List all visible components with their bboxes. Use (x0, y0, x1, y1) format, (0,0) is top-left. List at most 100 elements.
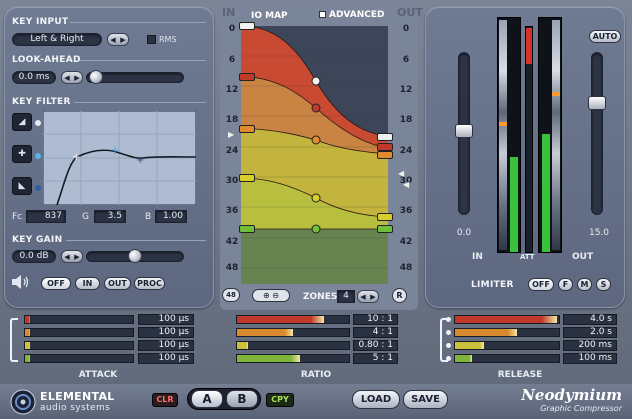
input-gain-fader-knob[interactable] (455, 124, 473, 138)
release-value[interactable]: 2.0 s (563, 327, 617, 338)
ratio-slider[interactable] (236, 315, 350, 324)
highpass-filter-button[interactable]: ◢ (12, 113, 32, 131)
arrow-right-icon: ▶ (370, 292, 376, 301)
io-map-graph[interactable] (241, 26, 388, 284)
bandpass-filter-button[interactable]: ✚ (12, 145, 32, 163)
lookahead-slider-knob[interactable] (89, 70, 103, 84)
monitor-off-button[interactable]: OFF (41, 277, 71, 290)
output-level-handle[interactable] (377, 213, 393, 221)
save-button[interactable]: SAVE (403, 390, 448, 409)
b-value[interactable]: 1.00 (155, 210, 187, 223)
key-gain-stepper[interactable]: ◀ ▶ (61, 250, 83, 263)
speaker-icon (12, 275, 29, 289)
release-value[interactable]: 100 ms (563, 353, 617, 364)
io-scale-tick: 12 (225, 85, 239, 95)
product-subtitle: Graphic Compressor (540, 404, 622, 413)
release-slider[interactable] (454, 328, 560, 337)
in-value: 0.0 (456, 228, 472, 238)
zoom-buttons[interactable]: ⊕ ⊖ (252, 289, 290, 302)
limiter-m-button[interactable]: M (577, 278, 592, 291)
advanced-checkbox[interactable] (319, 11, 326, 18)
attack-value[interactable]: 100 µs (138, 327, 194, 338)
limiter-f-button[interactable]: F (558, 278, 573, 291)
lookahead-value[interactable]: 0.0 ms (12, 71, 56, 84)
output-level-handle[interactable] (377, 133, 393, 141)
attack-slider-fill (25, 329, 31, 336)
ratio-value[interactable]: 5 : 1 (353, 353, 398, 364)
ratio-slider-fill (237, 342, 249, 349)
io-scale-tick: 48 (225, 263, 239, 273)
output-level-handle[interactable] (377, 225, 393, 233)
input-peak-mark (499, 122, 507, 126)
limiter-off-button[interactable]: OFF (528, 278, 554, 291)
reset-button[interactable]: R (392, 288, 407, 303)
release-slider[interactable] (454, 354, 560, 363)
arrow-right-icon: ▶ (120, 35, 126, 44)
attack-slider[interactable] (24, 315, 134, 324)
attack-slider[interactable] (24, 328, 134, 337)
attack-slider[interactable] (24, 354, 134, 363)
io-scale-tick: 42 (225, 237, 239, 247)
ratio-value[interactable]: 0.80 : 1 (353, 340, 398, 351)
attack-slider-fill (25, 316, 31, 323)
release-slider[interactable] (454, 315, 560, 324)
load-button[interactable]: LOAD (352, 390, 400, 409)
monitor-proc-button[interactable]: PROC (134, 277, 165, 290)
range-48-button[interactable]: 48 (222, 288, 240, 302)
release-row-indicator (446, 317, 451, 322)
lowpass-filter-button[interactable]: ◣ (12, 177, 32, 195)
g-label: G (82, 212, 89, 222)
zones-value[interactable]: 4 (337, 290, 355, 303)
monitor-in-button[interactable]: IN (75, 277, 100, 290)
zones-label: ZONES (303, 292, 338, 302)
arrow-right-icon: ▶ (74, 73, 80, 82)
ratio-slider[interactable] (236, 328, 350, 337)
monitor-out-button[interactable]: OUT (104, 277, 131, 290)
ratio-slider[interactable] (236, 341, 350, 350)
attack-slider[interactable] (24, 341, 134, 350)
attack-value[interactable]: 100 µs (138, 340, 194, 351)
output-level-handle[interactable] (377, 143, 393, 151)
input-threshold-handle[interactable] (239, 225, 255, 233)
brand-name: ELEMENTAL (40, 390, 115, 403)
release-slider-fill (455, 355, 472, 362)
key-input-stepper[interactable]: ◀ ▶ (107, 33, 129, 46)
lookahead-stepper[interactable]: ◀ ▶ (61, 71, 83, 84)
ratio-slider[interactable] (236, 354, 350, 363)
ratio-slider-fill (237, 316, 325, 323)
input-threshold-handle[interactable] (239, 22, 255, 30)
preset-a-button[interactable]: A (191, 390, 223, 408)
input-threshold-handle[interactable] (239, 174, 255, 182)
output-gain-fader[interactable] (591, 52, 603, 215)
output-meter-bar (552, 20, 560, 250)
fc-value[interactable]: 837 (26, 210, 66, 223)
release-value[interactable]: 4.0 s (563, 314, 617, 325)
key-filter-graph[interactable]: + + + (43, 111, 196, 205)
key-gain-value[interactable]: 0.0 dB (12, 250, 56, 263)
input-threshold-handle[interactable] (239, 125, 255, 133)
preset-b-button[interactable]: B (226, 390, 258, 408)
io-scale-tick: 24 (225, 146, 239, 156)
output-level-handle[interactable] (377, 151, 393, 159)
attack-value[interactable]: 100 µs (138, 353, 194, 364)
key-input-source[interactable]: Left & Right (12, 33, 102, 46)
attack-bracket (10, 318, 18, 362)
output-gain-fader-knob[interactable] (588, 96, 606, 110)
key-gain-slider-knob[interactable] (128, 249, 142, 263)
io-scale-tick: 6 (402, 55, 410, 65)
copy-button[interactable]: CPY (266, 393, 294, 407)
attack-value[interactable]: 100 µs (138, 314, 194, 325)
release-slider[interactable] (454, 341, 560, 350)
io-scale-tick: 12 (399, 85, 413, 95)
rms-checkbox[interactable] (147, 35, 156, 44)
ratio-value[interactable]: 4 : 1 (353, 327, 398, 338)
release-value[interactable]: 200 ms (563, 340, 617, 351)
zones-stepper[interactable]: ◀ ▶ (357, 290, 379, 303)
input-threshold-handle[interactable] (239, 73, 255, 81)
clear-button[interactable]: CLR (152, 393, 178, 407)
out-meter-label: OUT (572, 252, 594, 262)
g-value[interactable]: 3.5 (94, 210, 126, 223)
ratio-value[interactable]: 10 : 1 (353, 314, 398, 325)
limiter-s-button[interactable]: S (596, 278, 611, 291)
auto-button[interactable]: AUTO (589, 30, 621, 43)
